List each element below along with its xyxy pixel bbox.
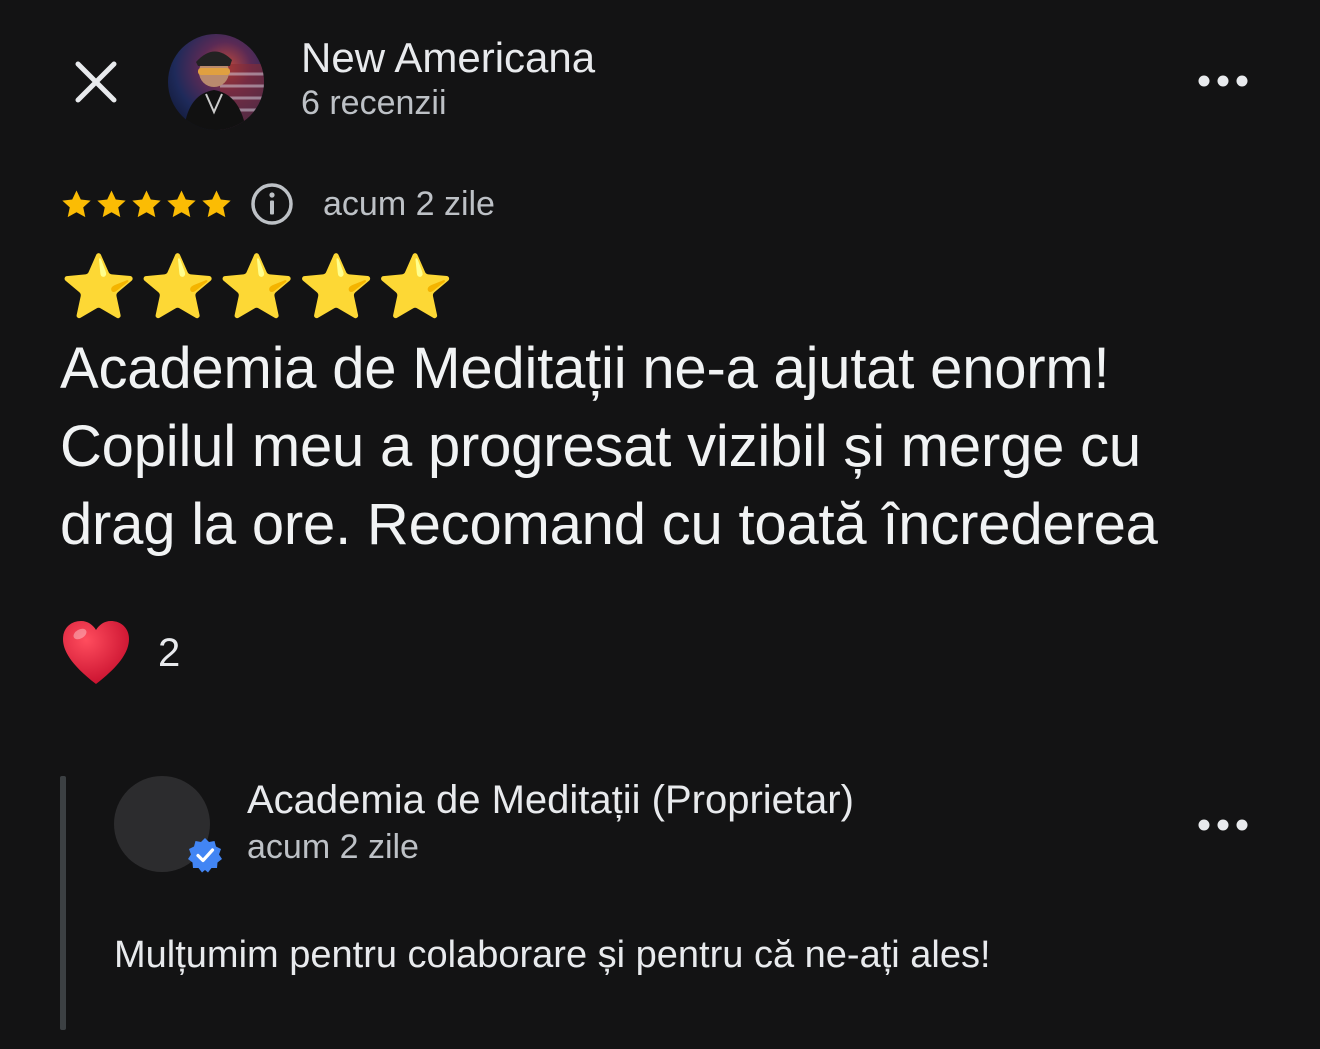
info-icon[interactable] xyxy=(249,181,295,227)
owner-reply-time: acum 2 zile xyxy=(247,828,419,866)
reply-more-options-button[interactable] xyxy=(1194,810,1254,840)
author-avatar[interactable] xyxy=(168,34,264,130)
close-button[interactable] xyxy=(66,52,126,112)
reaction-button[interactable]: 2 xyxy=(60,618,180,688)
star-icon xyxy=(167,189,196,217)
star-icon xyxy=(62,189,91,217)
more-horizontal-icon xyxy=(1198,75,1248,87)
author-review-count: 6 recenzii xyxy=(301,84,447,122)
reply-divider xyxy=(60,776,66,1030)
owner-name: Academia de Meditații (Proprietar) xyxy=(247,778,854,822)
review-time: acum 2 zile xyxy=(323,184,495,223)
review-text: Academia de Meditații ne-a ajutat enorm!… xyxy=(60,336,1158,557)
author-avatar-image xyxy=(184,51,264,130)
star-icon xyxy=(132,189,161,217)
star-icon xyxy=(202,189,231,217)
star-icon xyxy=(97,189,126,217)
author-name[interactable]: New Americana xyxy=(301,34,595,82)
reaction-count: 2 xyxy=(158,630,181,675)
star-rating xyxy=(60,188,233,221)
close-icon xyxy=(75,61,117,103)
verified-check-icon xyxy=(188,838,222,873)
rating-row: acum 2 zile xyxy=(60,178,495,230)
review-more-options-button[interactable] xyxy=(1194,66,1254,96)
review-emoji-stars: ⭐⭐⭐⭐⭐ xyxy=(60,253,456,322)
more-horizontal-icon xyxy=(1198,819,1248,831)
owner-reply-text: Mulțumim pentru colaborare și pentru că … xyxy=(114,934,991,976)
heart-icon xyxy=(63,621,129,684)
